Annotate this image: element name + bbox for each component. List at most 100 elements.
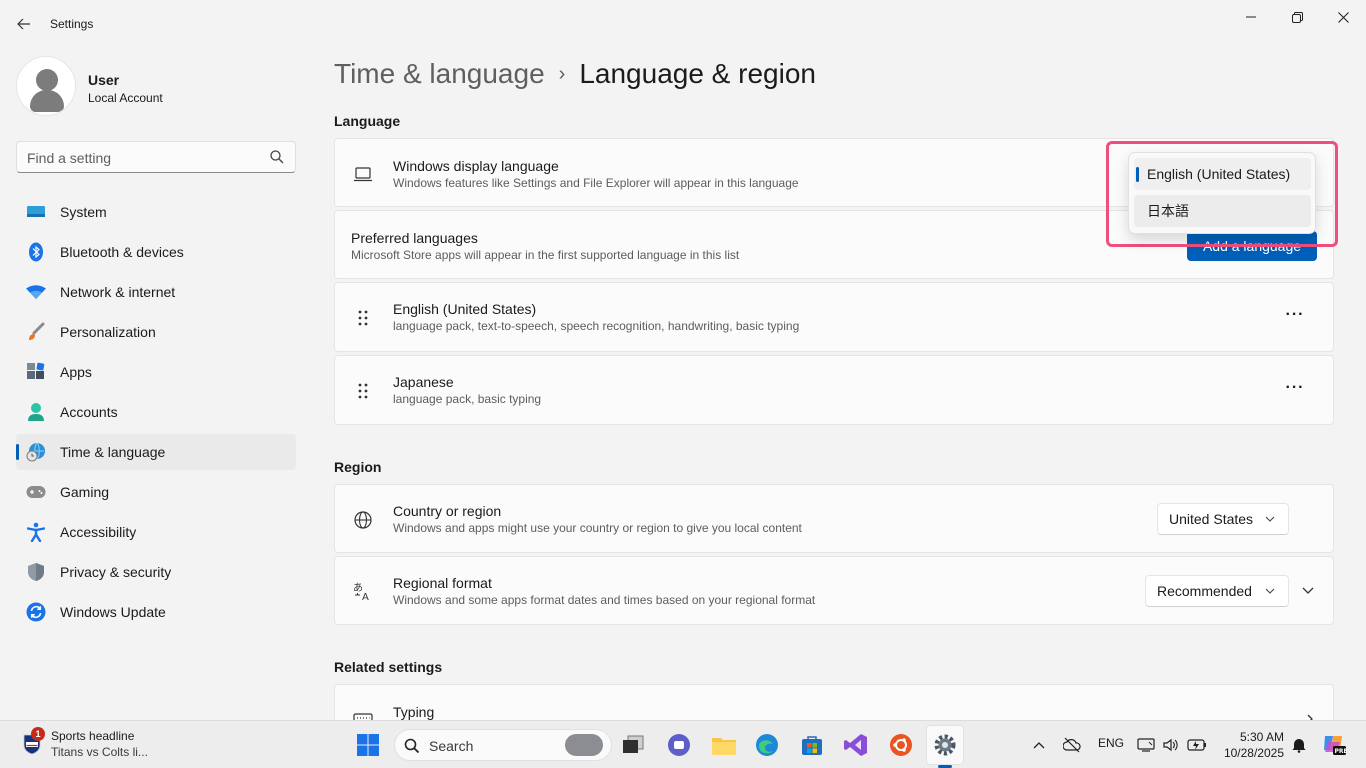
system-clock[interactable]: 5:30 AM 10/28/2025: [1218, 729, 1284, 761]
regional-format-subtitle: Windows and some apps format dates and t…: [393, 593, 816, 607]
sidebar-item-apps[interactable]: Apps: [16, 354, 296, 390]
regional-format-dropdown[interactable]: Recommended: [1145, 575, 1289, 607]
cloud-off-icon[interactable]: [1063, 737, 1081, 753]
sidebar-item-privacy[interactable]: Privacy & security: [16, 554, 296, 590]
edge-browser-button[interactable]: [751, 729, 783, 761]
ubuntu-button[interactable]: [885, 729, 917, 761]
visual-studio-button[interactable]: [840, 729, 872, 761]
taskbar-search[interactable]: Search: [394, 729, 612, 761]
account-type: Local Account: [88, 91, 163, 105]
accounts-icon: [26, 402, 46, 422]
sidebar-item-accessibility[interactable]: Accessibility: [16, 514, 296, 550]
country-region-card: Country or region Windows and apps might…: [334, 484, 1334, 553]
dropdown-option-japanese[interactable]: 日本語: [1134, 195, 1311, 227]
back-arrow-icon: [17, 18, 30, 30]
clock-time: 5:30 AM: [1239, 730, 1284, 744]
copilot-icon[interactable]: PRE: [1321, 732, 1347, 756]
notification-badge: 1: [31, 727, 45, 741]
windows-logo-icon: [357, 734, 379, 756]
drag-handle-icon[interactable]: [353, 308, 373, 328]
display-language-title: Windows display language: [393, 158, 559, 174]
settings-gear-icon: [934, 734, 956, 756]
back-button[interactable]: [12, 10, 36, 38]
breadcrumb-parent[interactable]: Time & language: [334, 58, 545, 89]
sidebar-item-system[interactable]: System: [16, 194, 296, 230]
battery-icon[interactable]: [1187, 738, 1207, 752]
settings-search-box[interactable]: [16, 141, 296, 173]
news-title: Sports headline: [51, 729, 135, 743]
more-options-button[interactable]: ···: [1283, 306, 1307, 326]
language-features: language pack, text-to-speech, speech re…: [393, 319, 800, 333]
sidebar-item-bluetooth[interactable]: Bluetooth & devices: [16, 234, 296, 270]
language-item-english[interactable]: English (United States) language pack, t…: [334, 282, 1334, 352]
edge-icon: [756, 734, 778, 756]
folder-icon: [712, 738, 736, 755]
search-icon[interactable]: [269, 149, 285, 165]
start-button[interactable]: [352, 729, 384, 761]
store-icon: [802, 736, 822, 755]
user-profile[interactable]: User Local Account: [16, 56, 296, 118]
input-language-indicator[interactable]: ENG: [1098, 736, 1124, 750]
expand-chevron-icon[interactable]: [1301, 585, 1315, 597]
restore-icon: [1291, 11, 1303, 23]
more-options-button[interactable]: ···: [1283, 379, 1307, 399]
restore-button[interactable]: [1274, 4, 1320, 30]
title-bar: Settings: [0, 0, 1366, 48]
globe-icon: [354, 511, 372, 529]
sidebar-item-time-language[interactable]: Time & language: [16, 434, 296, 470]
page-title: Language & region: [579, 58, 816, 89]
chat-app-button[interactable]: [663, 729, 695, 761]
laptop-icon: [354, 167, 372, 182]
chevron-up-icon[interactable]: [1033, 740, 1045, 750]
task-view-button[interactable]: [617, 729, 649, 761]
regional-format-card: あA Regional format Windows and some apps…: [334, 556, 1334, 625]
close-icon: [1337, 11, 1349, 23]
sidebar-item-personalization[interactable]: Personalization: [16, 314, 296, 350]
breadcrumb-separator: ›: [558, 63, 566, 85]
search-icon: [404, 738, 420, 754]
preferred-languages-subtitle: Microsoft Store apps will appear in the …: [351, 248, 740, 262]
sidebar-item-windows-update[interactable]: Windows Update: [16, 594, 296, 630]
language-format-icon: あA: [353, 582, 369, 601]
regional-format-title: Regional format: [393, 575, 492, 591]
related-settings-title: Related settings: [334, 659, 443, 675]
country-dropdown[interactable]: United States: [1157, 503, 1289, 535]
drag-handle-icon[interactable]: [353, 381, 373, 401]
system-icon: [26, 202, 46, 222]
network-status-icon[interactable]: [1137, 737, 1155, 753]
sidebar-item-gaming[interactable]: Gaming: [16, 474, 296, 510]
taskbar: 1 Sports headline Titans vs Colts li... …: [0, 720, 1366, 768]
search-highlight-image: [565, 734, 603, 756]
svg-text:A: A: [362, 592, 369, 601]
language-features: language pack, basic typing: [393, 392, 542, 406]
notification-icon[interactable]: [1291, 737, 1307, 753]
country-value: United States: [1169, 511, 1254, 527]
chat-icon: [668, 734, 690, 756]
preferred-languages-title: Preferred languages: [351, 230, 478, 246]
taskbar-search-label: Search: [429, 738, 474, 754]
svg-text:PRE: PRE: [1335, 748, 1348, 755]
region-section-title: Region: [334, 459, 382, 475]
language-section-title: Language: [334, 113, 401, 129]
language-name: Japanese: [393, 374, 454, 390]
avatar: [16, 56, 76, 116]
app-title: Settings: [50, 17, 94, 31]
clock-date: 10/28/2025: [1223, 746, 1284, 760]
volume-icon[interactable]: [1162, 737, 1180, 753]
country-region-title: Country or region: [393, 503, 502, 519]
minimize-icon: [1246, 16, 1256, 18]
brush-icon: [26, 322, 46, 342]
sidebar-item-network[interactable]: Network & internet: [16, 274, 296, 310]
minimize-button[interactable]: [1228, 4, 1274, 30]
typing-title: Typing: [393, 704, 435, 720]
search-input[interactable]: [27, 148, 267, 168]
task-view-icon: [623, 735, 644, 753]
sidebar-nav: System Bluetooth & devices Network & int…: [16, 194, 296, 634]
language-item-japanese[interactable]: Japanese language pack, basic typing ···: [334, 355, 1334, 425]
store-button[interactable]: [796, 729, 828, 761]
file-explorer-button[interactable]: [708, 729, 740, 761]
dropdown-option-english[interactable]: English (United States): [1134, 158, 1311, 190]
sidebar-item-accounts[interactable]: Accounts: [16, 394, 296, 430]
regional-format-value: Recommended: [1157, 583, 1252, 599]
close-button[interactable]: [1320, 4, 1366, 30]
